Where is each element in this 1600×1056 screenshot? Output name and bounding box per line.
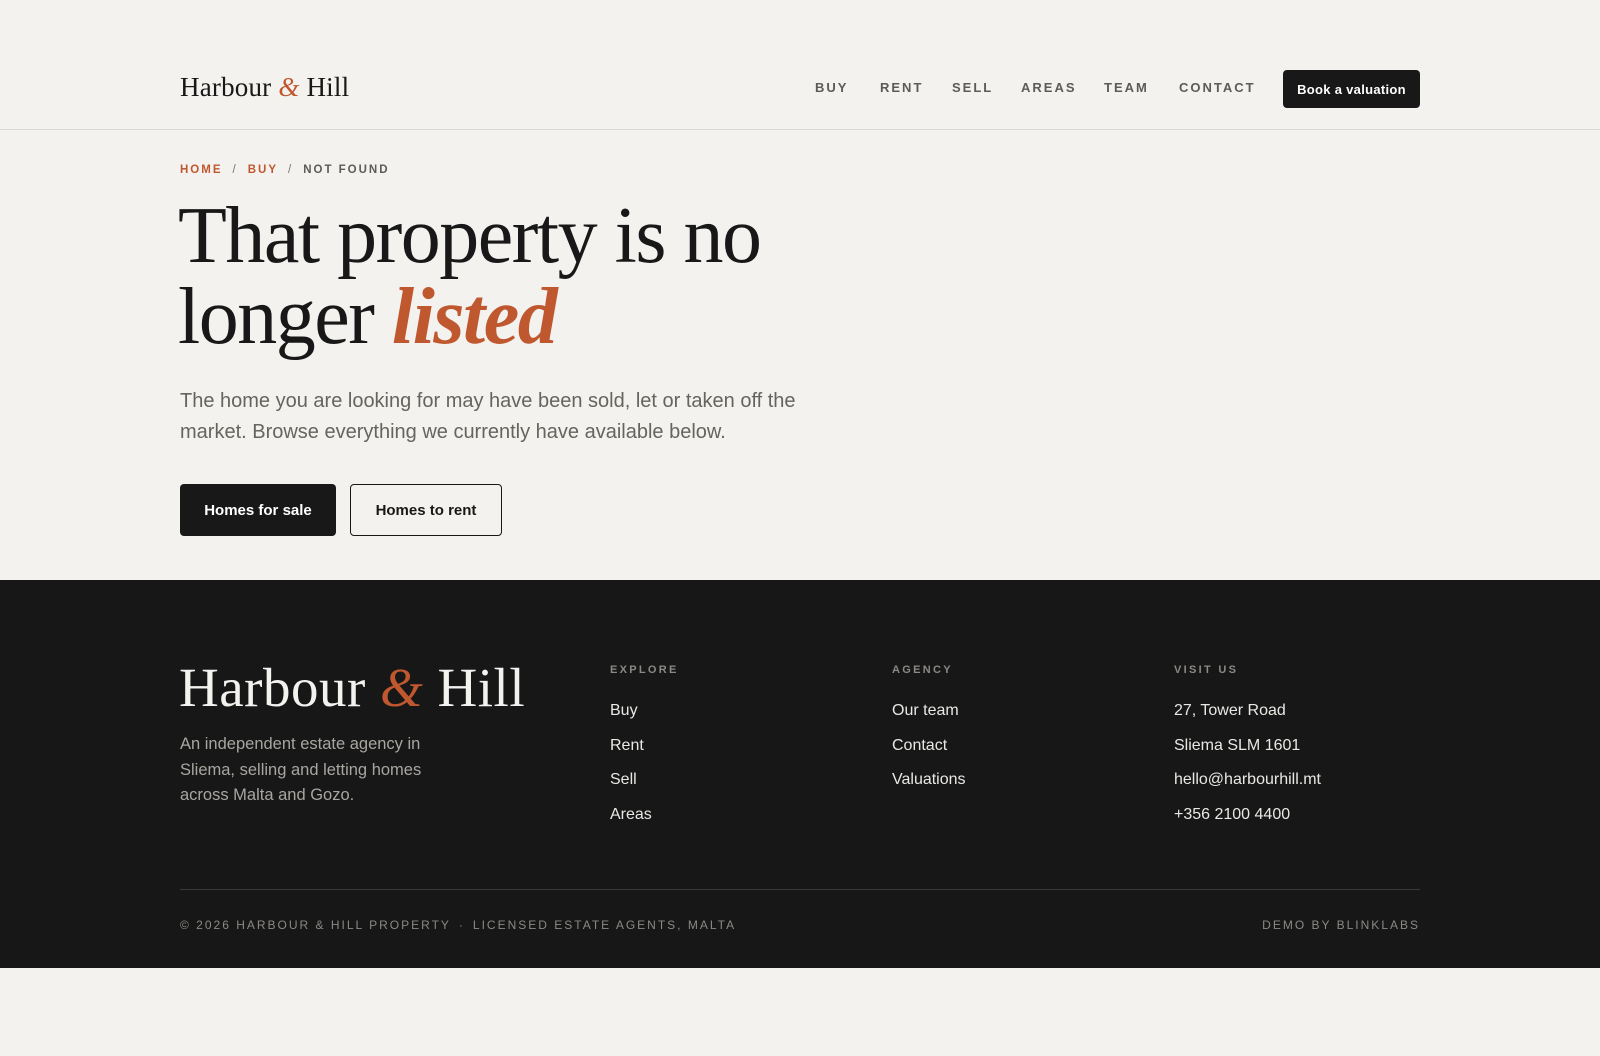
nav-item-rent[interactable]: RENT	[880, 80, 923, 95]
footer-link-valuations[interactable]: Valuations	[892, 770, 966, 790]
footer-link-sell[interactable]: Sell	[610, 770, 679, 790]
breadcrumb-current: NOT FOUND	[303, 164, 390, 176]
footer-legal: © 2026 HARBOUR & HILL PROPERTY · LICENSED …	[180, 918, 736, 932]
footer-brand-logo: Harbour & Hill	[179, 656, 525, 719]
footer-address-city: Sliema SLM 1601	[1174, 736, 1301, 754]
breadcrumb-home[interactable]: HOME	[180, 164, 223, 176]
footer-divider	[180, 889, 1420, 890]
footer-credit-link[interactable]: DEMO BY BLINKLABS	[1262, 918, 1420, 932]
footer-brand-ampersand: &	[380, 657, 424, 718]
nav-item-team[interactable]: TEAM	[1104, 80, 1149, 95]
footer-copyright: © 2026 HARBOUR & HILL PROPERTY	[180, 918, 451, 932]
footer-email-link[interactable]: hello@harbourhill.mt	[1174, 770, 1321, 790]
footer-agency-column: AGENCY Our team Contact Valuations	[892, 664, 966, 805]
nav-item-sell[interactable]: SELL	[952, 80, 993, 95]
footer-link-our-team[interactable]: Our team	[892, 701, 966, 721]
nav-item-areas[interactable]: AREAS	[1021, 80, 1077, 95]
footer-blurb: An independent estate agency in Sliema, …	[180, 735, 422, 804]
page-title-accent: listed	[391, 273, 558, 361]
site-header: Harbour & Hill BUY RENT SELL AREAS TEAM …	[0, 0, 1600, 130]
footer-visit-column: VISIT US 27, Tower Road Sliema SLM 1601 …	[1174, 664, 1321, 839]
nav-item-contact[interactable]: CONTACT	[1179, 80, 1256, 95]
site-footer: Harbour & Hill An independent estate age…	[0, 580, 1600, 968]
footer-link-buy[interactable]: Buy	[610, 701, 679, 721]
breadcrumb-separator: /	[287, 164, 294, 176]
page-title: That property is no longer listed	[178, 196, 878, 358]
footer-legal-separator: ·	[458, 918, 465, 932]
homes-for-sale-button[interactable]: Homes for sale	[180, 484, 336, 536]
footer-license: LICENSED ESTATE AGENTS, MALTA	[472, 918, 737, 932]
footer-visit-heading: VISIT US	[1174, 664, 1239, 676]
footer-brand-name-part2: Hill	[437, 657, 526, 718]
breadcrumb-buy[interactable]: BUY	[248, 164, 278, 176]
breadcrumb-separator: /	[232, 164, 238, 176]
footer-explore-heading: EXPLORE	[610, 664, 679, 676]
breadcrumb: HOME / BUY / NOT FOUND	[180, 164, 390, 176]
page-description: The home you are looking for may have be…	[180, 390, 796, 443]
footer-link-rent[interactable]: Rent	[610, 736, 679, 756]
footer-brand-name-part1: Harbour	[179, 657, 366, 718]
footer-phone-link[interactable]: +356 2100 4400	[1174, 805, 1321, 825]
book-valuation-button[interactable]: Book a valuation	[1283, 70, 1420, 108]
homes-to-rent-button[interactable]: Homes to rent	[350, 484, 502, 536]
footer-agency-heading: AGENCY	[892, 664, 953, 676]
footer-link-areas[interactable]: Areas	[610, 805, 679, 825]
footer-link-contact[interactable]: Contact	[892, 736, 966, 756]
nav-item-buy[interactable]: BUY	[815, 80, 848, 95]
footer-explore-column: EXPLORE Buy Rent Sell Areas	[610, 664, 679, 839]
footer-address-street: 27, Tower Road	[1174, 702, 1286, 719]
